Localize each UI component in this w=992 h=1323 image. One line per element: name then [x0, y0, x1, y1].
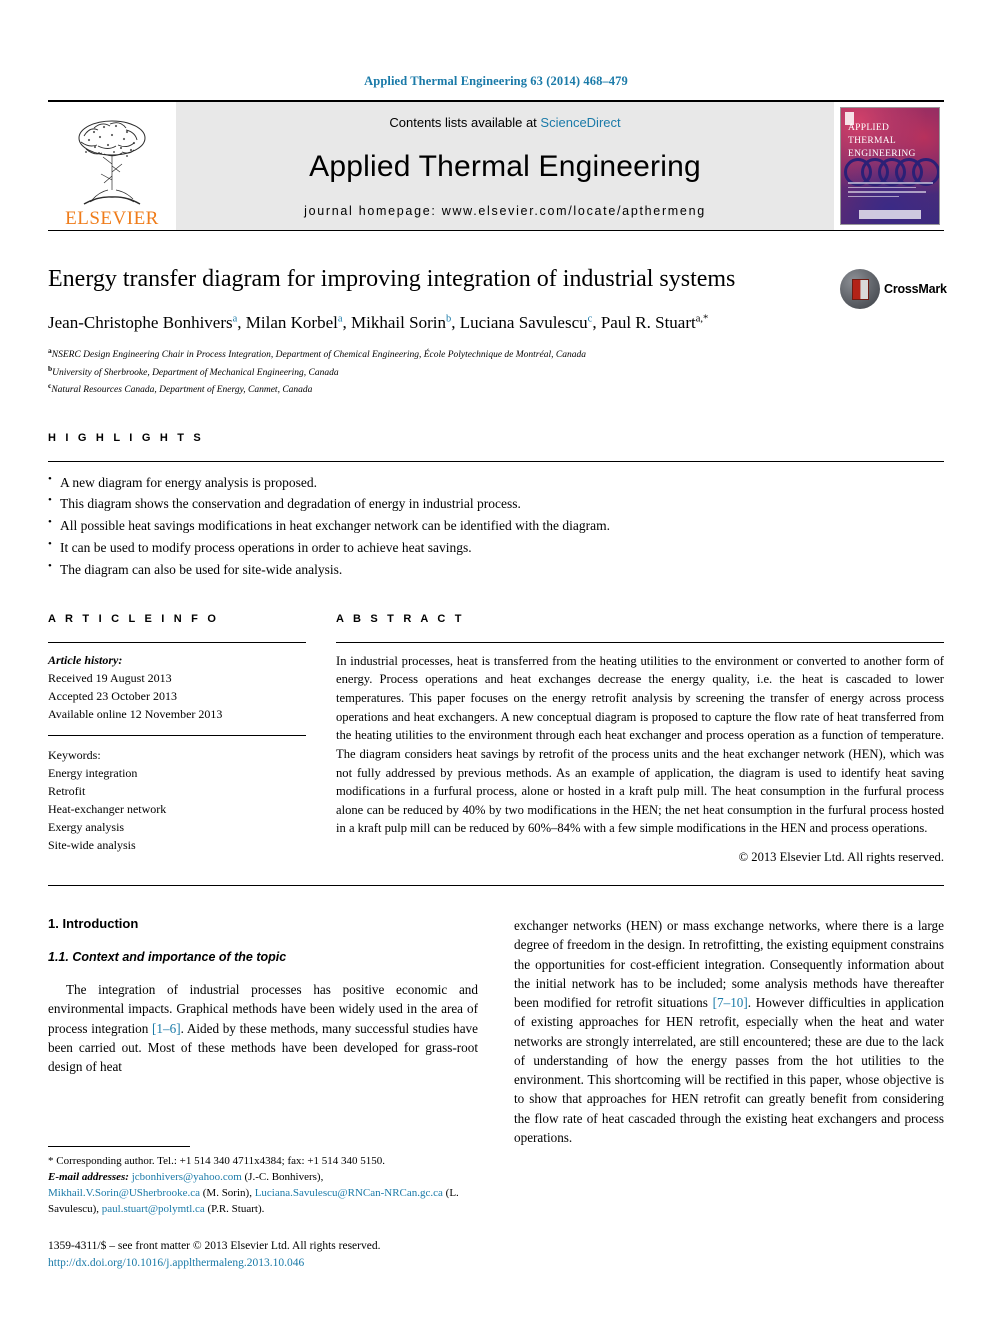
article-history-block: Article history: Received 19 August 2013… [48, 643, 306, 723]
email-link[interactable]: Mikhail.V.Sorin@USherbrooke.ca [48, 1187, 200, 1199]
abstract-copyright: © 2013 Elsevier Ltd. All rights reserved… [738, 850, 944, 865]
email-addresses-note: E-mail addresses: jcbonhivers@yahoo.com … [48, 1170, 478, 1218]
paragraph-text-post: . However difficulties in application of… [514, 995, 944, 1145]
abstract-heading: A B S T R A C T [336, 612, 465, 625]
body-separator-rule [48, 885, 944, 887]
author-name: Luciana Savulescu [459, 313, 588, 333]
doi-link[interactable]: http://dx.doi.org/10.1016/j.applthermale… [48, 1255, 508, 1272]
contents-prefix: Contents lists available at [389, 115, 537, 130]
article-history-label: Article history: [48, 652, 123, 667]
cover-title: APPLIED THERMAL ENGINEERING [848, 122, 916, 160]
elsevier-logo: ELSEVIER [48, 102, 176, 230]
affiliation-text: University of Sherbrooke, Department of … [52, 367, 339, 378]
highlights-list: A new diagram for energy analysis is pro… [48, 462, 944, 581]
contents-available-line: Contents lists available at ScienceDirec… [389, 115, 620, 130]
cover-title-line2: THERMAL [848, 135, 897, 146]
author-list: Jean-Christophe Bonhiversa, Milan Korbel… [48, 311, 824, 335]
body-column-left: 1. Introduction 1.1. Context and importa… [48, 916, 478, 1147]
keyword-item: Heat-exchanger network [48, 801, 167, 816]
highlights-heading: H I G H L I G H T S [48, 431, 204, 444]
journal-masthead: ELSEVIER Contents lists available at Sci… [48, 100, 944, 231]
crossmark-icon [840, 269, 880, 309]
list-item: The diagram can also be used for site-wi… [48, 558, 944, 581]
author-name: Paul R. Stuart [600, 313, 696, 333]
affiliation-item: cNatural Resources Canada, Department of… [48, 380, 824, 397]
keyword-item: Retrofit [48, 783, 86, 798]
cover-rings-graphic [844, 158, 939, 186]
journal-homepage-link[interactable]: journal homepage: www.elsevier.com/locat… [304, 204, 706, 218]
page-footer: 1359-4311/$ – see front matter © 2013 El… [48, 1238, 508, 1273]
citation-link[interactable]: [1–6] [152, 1021, 181, 1036]
history-item: Available online 12 November 2013 [48, 706, 223, 721]
crossmark-badge[interactable]: CrossMark [840, 266, 947, 312]
email-person: (P.R. Stuart). [204, 1202, 265, 1215]
keyword-item: Energy integration [48, 765, 138, 780]
keywords-block: Keywords: Energy integration Retrofit He… [48, 734, 306, 854]
info-abstract-row: A R T I C L E I N F O Article history: R… [48, 613, 944, 865]
author-item: Paul R. Stuarta,* [601, 313, 708, 332]
author-item: Jean-Christophe Bonhiversa, [48, 313, 246, 333]
list-item: This diagram shows the conservation and … [48, 492, 944, 515]
affiliation-item: aNSERC Design Engineering Chair in Proce… [48, 345, 824, 362]
abstract-section: A B S T R A C T In industrial processes,… [336, 613, 944, 865]
title-block: CrossMark Energy transfer diagram for im… [48, 264, 947, 398]
author-name: Jean-Christophe Bonhivers [48, 313, 233, 333]
crossmark-book-glyph [851, 278, 869, 300]
body-columns: 1. Introduction 1.1. Context and importa… [48, 916, 944, 1147]
page-title: Energy transfer diagram for improving in… [48, 266, 736, 292]
cover-footer-band [859, 210, 921, 219]
body-paragraph: exchanger networks (HEN) or mass exchang… [514, 916, 944, 1147]
running-head: Applied Thermal Engineering 63 (2014) 46… [364, 74, 628, 88]
highlights-section: H I G H L I G H T S A new diagram for en… [48, 432, 944, 581]
author-name: Milan Korbel [245, 313, 338, 333]
elsevier-tree-icon [78, 120, 146, 205]
issn-copyright-line: 1359-4311/$ – see front matter © 2013 El… [48, 1240, 381, 1252]
article-info-section: A R T I C L E I N F O Article history: R… [48, 613, 306, 865]
citation-link[interactable]: [7–10] [713, 995, 748, 1010]
journal-cover-thumbnail: APPLIED THERMAL ENGINEERING [840, 107, 940, 225]
corresponding-author-marker[interactable]: a,* [696, 314, 709, 325]
footnote-rule [48, 1146, 190, 1147]
footnote-block: * Corresponding author. Tel.: +1 514 340… [48, 1146, 478, 1218]
body-paragraph: The integration of industrial processes … [48, 980, 478, 1076]
email-person: (M. Sorin), [200, 1186, 255, 1199]
section-heading: 1. Introduction [48, 916, 139, 932]
subsection-heading: 1.1. Context and importance of the topic [48, 950, 287, 965]
email-link[interactable]: Luciana.Savulescu@RNCan-NRCan.gc.ca [255, 1187, 443, 1199]
author-item: Luciana Savulescuc, [459, 313, 601, 333]
email-label: E-mail addresses: [48, 1170, 129, 1183]
article-info-heading: A R T I C L E I N F O [48, 612, 220, 625]
history-item: Accepted 23 October 2013 [48, 688, 177, 703]
keywords-label: Keywords: [48, 747, 101, 762]
cover-text-lines [848, 182, 933, 200]
history-item: Received 19 August 2013 [48, 670, 172, 685]
elsevier-wordmark: ELSEVIER [65, 208, 159, 229]
author-item: Mikhail Sorinb, [351, 313, 460, 333]
crossmark-label: CrossMark [884, 282, 947, 296]
author-item: Milan Korbela, [245, 313, 352, 333]
sciencedirect-link[interactable]: ScienceDirect [540, 115, 620, 130]
email-link[interactable]: jcbonhivers@yahoo.com [132, 1171, 242, 1183]
email-person: (J.-C. Bonhivers), [241, 1170, 324, 1183]
masthead-center: Contents lists available at ScienceDirec… [176, 102, 834, 230]
corresponding-author-note: * Corresponding author. Tel.: +1 514 340… [48, 1155, 386, 1167]
journal-article-page: Applied Thermal Engineering 63 (2014) 46… [0, 0, 992, 1323]
affiliation-item: bUniversity of Sherbrooke, Department of… [48, 363, 824, 380]
author-name: Mikhail Sorin [351, 313, 446, 333]
abstract-text: In industrial processes, heat is transfe… [336, 653, 944, 836]
list-item: It can be used to modify process operati… [48, 536, 944, 559]
journal-title: Applied Thermal Engineering [309, 150, 701, 183]
keyword-item: Exergy analysis [48, 819, 125, 834]
body-column-right: exchanger networks (HEN) or mass exchang… [514, 916, 944, 1147]
list-item: A new diagram for energy analysis is pro… [48, 471, 944, 494]
cover-title-line1: APPLIED [848, 123, 890, 133]
keyword-item: Site-wide analysis [48, 837, 136, 852]
affiliation-text: Natural Resources Canada, Department of … [51, 385, 313, 396]
list-item: All possible heat savings modifications … [48, 514, 944, 537]
affiliation-list: aNSERC Design Engineering Chair in Proce… [48, 345, 824, 397]
email-link[interactable]: paul.stuart@polymtl.ca [102, 1203, 205, 1215]
affiliation-text: NSERC Design Engineering Chair in Proces… [51, 350, 586, 361]
